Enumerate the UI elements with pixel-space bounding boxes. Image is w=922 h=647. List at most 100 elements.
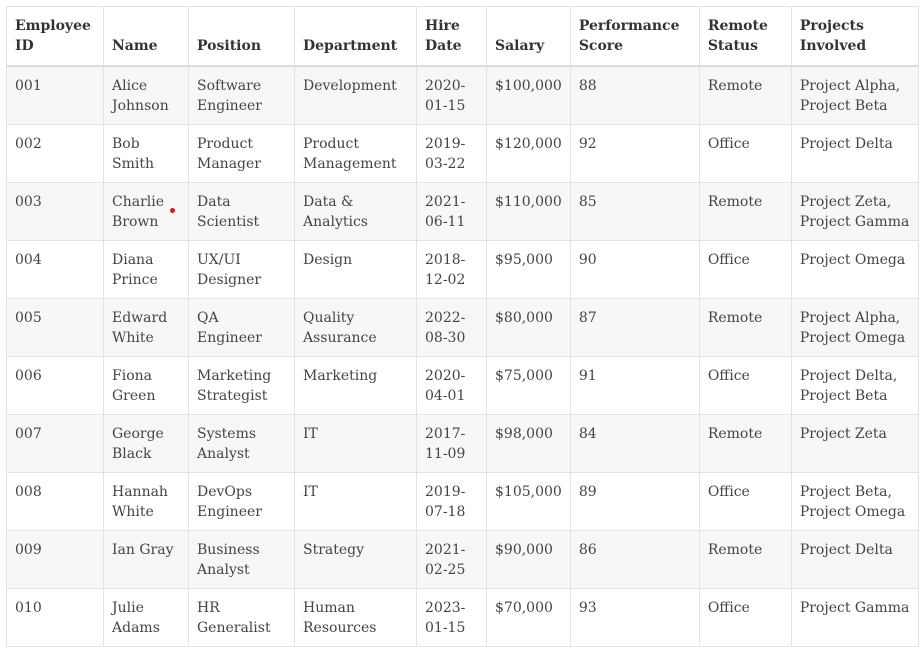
cell-name: Ian Gray [103,530,189,589]
cell-salary: $120,000 [486,124,571,183]
cell-position: Business Analyst [188,530,295,589]
cell-remote-status: Remote [698,530,792,589]
cell-name: Charlie Brown [112,194,165,230]
cell-projects-involved: Project Zeta, Project Gamma [790,182,919,241]
cell-department: Human Resources [294,588,417,647]
cell-salary: $95,000 [486,240,571,299]
name-cell-wrapper: Charlie Brown [112,192,180,232]
cell-remote-status: Remote [698,182,792,241]
cell-hire-date: 2017-11-09 [416,414,487,473]
cell-employee-id: 001 [6,65,104,125]
cell-hire-date: 2020-01-15 [416,65,487,125]
cell-projects-involved: Project Alpha, Project Beta [790,65,919,125]
cell-employee-id: 002 [6,124,104,183]
cell-name: Julie Adams [103,588,189,647]
cell-position: Systems Analyst [188,414,295,473]
cell-remote-status: Office [698,356,792,415]
cell-projects-involved: Project Zeta [790,414,919,473]
cell-hire-date: 2021-06-11 [416,182,487,241]
cell-projects-involved: Project Omega [790,240,919,299]
cell-projects-involved: Project Beta, Project Omega [790,472,919,531]
cell-position: DevOps Engineer [188,472,295,531]
cell-salary: $100,000 [486,65,571,125]
cell-name-with-marker: Charlie Brown [103,182,189,241]
table-row: 010 Julie Adams HR Generalist Human Reso… [6,588,919,647]
cell-department: Product Management [294,124,417,183]
cell-position: Marketing Strategist [188,356,295,415]
cell-performance-score: 85 [569,182,700,241]
header-remote-status: Remote Status [698,6,792,67]
cell-remote-status: Remote [698,414,792,473]
header-department: Department [294,6,417,67]
cell-performance-score: 88 [569,65,700,125]
cell-position: UX/UI Designer [188,240,295,299]
cell-employee-id: 005 [6,298,104,357]
cell-projects-involved: Project Delta [790,124,919,183]
cell-name: Edward White [103,298,189,357]
cell-performance-score: 86 [569,530,700,589]
header-performance-score: Performance Score [569,6,700,67]
cell-performance-score: 93 [569,588,700,647]
cell-projects-involved: Project Delta, Project Beta [790,356,919,415]
header-hire-date: Hire Date [416,6,487,67]
table-row: 003 Charlie Brown Data Scientist Data & … [6,182,919,241]
cell-employee-id: 009 [6,530,104,589]
table-row: 005 Edward White QA Engineer Quality Ass… [6,298,919,357]
red-dot-marker [170,208,175,213]
cell-hire-date: 2019-03-22 [416,124,487,183]
cell-name: George Black [103,414,189,473]
cell-projects-involved: Project Gamma [790,588,919,647]
table-row: 008 Hannah White DevOps Engineer IT 2019… [6,472,919,531]
cell-remote-status: Remote [698,65,792,125]
cell-performance-score: 92 [569,124,700,183]
cell-remote-status: Office [698,588,792,647]
header-salary: Salary [486,6,571,67]
table-row: 009 Ian Gray Business Analyst Strategy 2… [6,530,919,589]
header-position: Position [188,6,295,67]
table-row: 002 Bob Smith Product Manager Product Ma… [6,124,919,183]
cell-remote-status: Office [698,472,792,531]
cell-department: IT [294,414,417,473]
table-body: 001 Alice Johnson Software Engineer Deve… [6,65,919,647]
cell-employee-id: 003 [6,182,104,241]
cell-employee-id: 007 [6,414,104,473]
cell-performance-score: 90 [569,240,700,299]
cell-department: Development [294,65,417,125]
cell-department: IT [294,472,417,531]
cell-performance-score: 89 [569,472,700,531]
table-row: 001 Alice Johnson Software Engineer Deve… [6,65,919,125]
cell-employee-id: 008 [6,472,104,531]
cell-department: Quality Assurance [294,298,417,357]
cell-hire-date: 2021-02-25 [416,530,487,589]
cell-department: Marketing [294,356,417,415]
cell-position: HR Generalist [188,588,295,647]
cell-position: Software Engineer [188,65,295,125]
cell-employee-id: 004 [6,240,104,299]
cell-department: Data & Analytics [294,182,417,241]
cell-salary: $110,000 [486,182,571,241]
cell-projects-involved: Project Delta [790,530,919,589]
header-name: Name [103,6,189,67]
cell-salary: $70,000 [486,588,571,647]
cell-salary: $80,000 [486,298,571,357]
cell-performance-score: 84 [569,414,700,473]
cell-department: Strategy [294,530,417,589]
table-header-row: Employee ID Name Position Department Hir… [6,6,919,67]
cell-salary: $98,000 [486,414,571,473]
cell-projects-involved: Project Alpha, Project Omega [790,298,919,357]
header-employee-id: Employee ID [6,6,104,67]
cell-name: Fiona Green [103,356,189,415]
cell-name: Alice Johnson [103,65,189,125]
cell-remote-status: Office [698,124,792,183]
cell-department: Design [294,240,417,299]
cell-hire-date: 2020-04-01 [416,356,487,415]
cell-salary: $90,000 [486,530,571,589]
cell-hire-date: 2019-07-18 [416,472,487,531]
cell-performance-score: 87 [569,298,700,357]
cell-name: Diana Prince [103,240,189,299]
cell-performance-score: 91 [569,356,700,415]
cell-salary: $105,000 [486,472,571,531]
header-projects-involved: Projects Involved [790,6,919,67]
cell-employee-id: 006 [6,356,104,415]
cell-position: Product Manager [188,124,295,183]
